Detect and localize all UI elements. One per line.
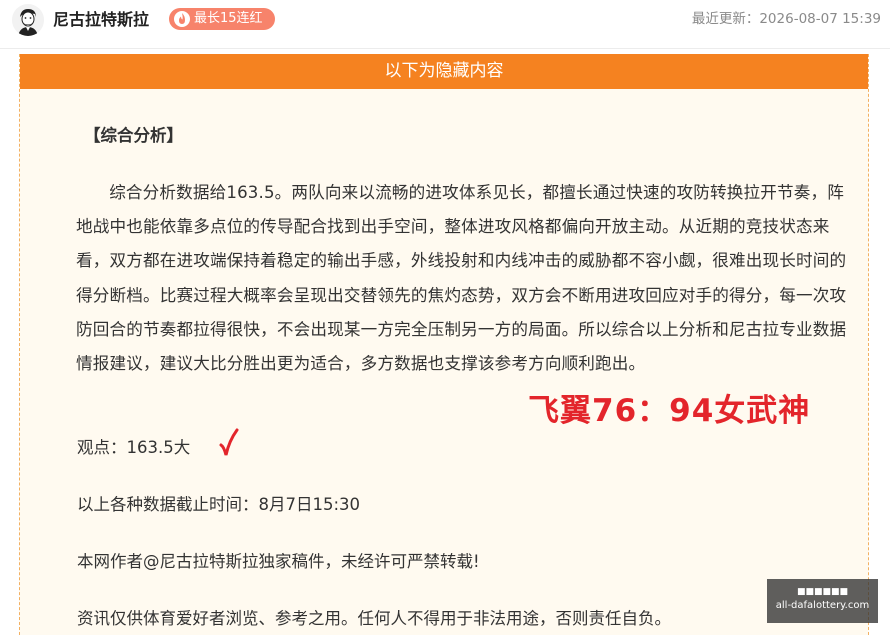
last-updated: 最近更新：2026-08-07 15:39: [691, 11, 881, 27]
section-title: 【综合分析】: [84, 126, 183, 145]
score-stamp: 飞翼76：94女武神: [528, 393, 811, 429]
watermark-line-1: ■■■■■■: [796, 587, 849, 597]
analysis-paragraph: 综合分析数据给163.5。两队向来以流畅的进攻体系见长，都擅长通过快速的攻防转换…: [76, 183, 847, 374]
streak-badge: 最长15连红: [169, 8, 275, 30]
viewpoint-text: 观点：163.5大: [77, 438, 191, 457]
copyright-text: 本网作者@尼古拉特斯拉独家稿件，未经许可严禁转载!: [77, 552, 480, 571]
checkmark-icon: [219, 428, 239, 462]
disclaimer-text: 资讯仅供体育爱好者浏览、参考之用。任何人不得用于非法用途，否则责任自负。: [77, 609, 671, 628]
post-header: 尼古拉特斯拉 最长15连红 最近更新：2026-08-07 15:39: [0, 0, 890, 49]
streak-badge-label: 最长15连红: [194, 11, 263, 26]
author-avatar[interactable]: [12, 4, 44, 36]
fire-icon: [174, 11, 190, 27]
avatar-portrait-icon: [12, 4, 44, 36]
hidden-content-card: 以下为隐藏内容 【综合分析】 综合分析数据给163.5。两队向来以流畅的进攻体系…: [19, 54, 869, 635]
data-cutoff-text: 以上各种数据截止时间：8月7日15:30: [77, 495, 361, 514]
author-name[interactable]: 尼古拉特斯拉: [53, 9, 149, 31]
site-watermark: ■■■■■■ all-dafalottery.com: [767, 579, 878, 623]
hidden-content-banner: 以下为隐藏内容: [20, 54, 868, 89]
watermark-line-2: all-dafalottery.com: [775, 600, 870, 611]
